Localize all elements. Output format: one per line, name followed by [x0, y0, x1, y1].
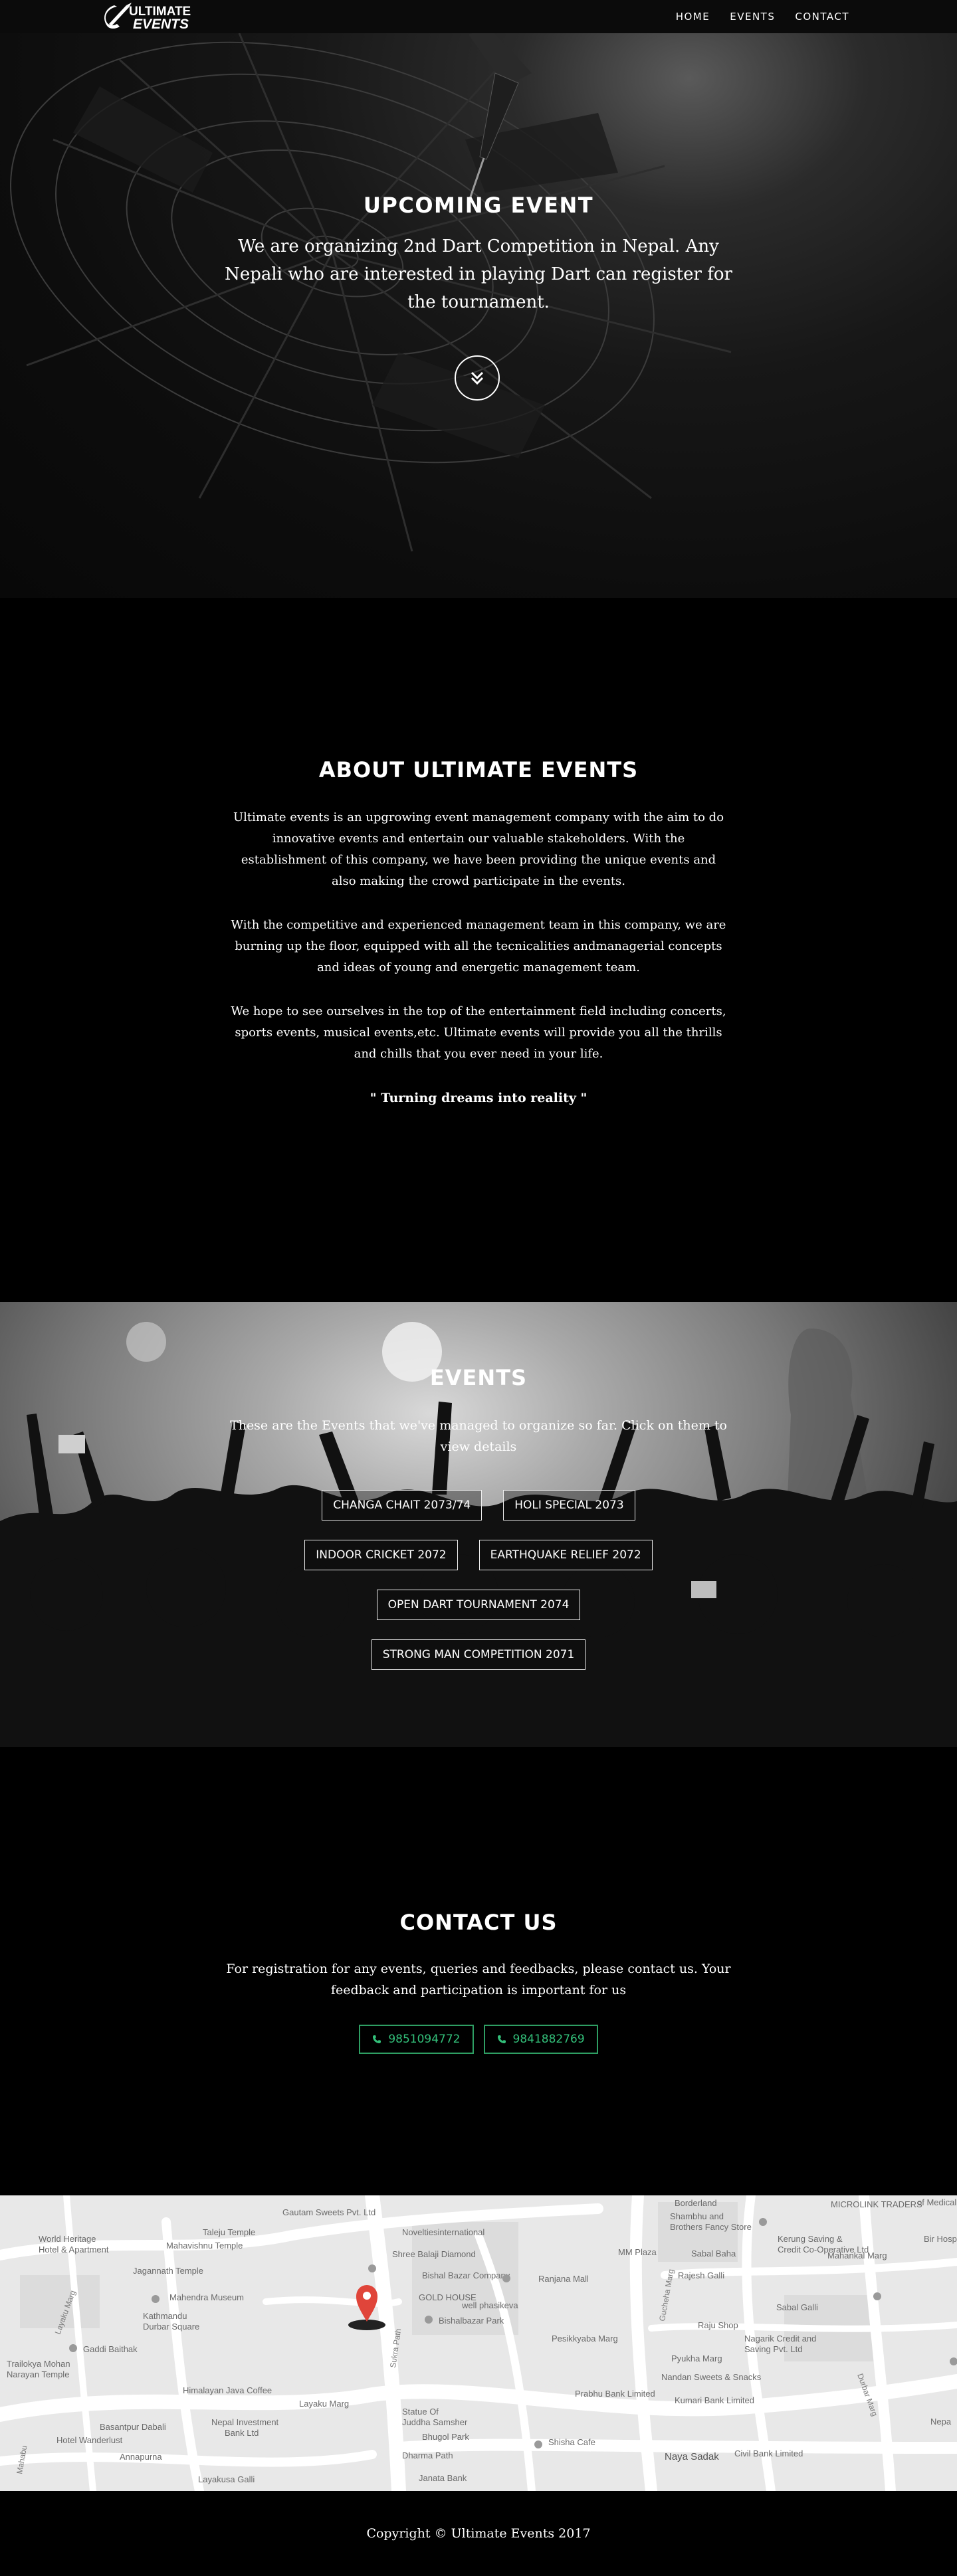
- event-button-earthquake-relief[interactable]: EARTHQUAKE RELIEF 2072: [478, 1540, 653, 1570]
- events-section: EVENTS These are the Events that we've m…: [0, 1302, 957, 1747]
- svg-text:Taleju Temple: Taleju Temple: [203, 2227, 255, 2237]
- svg-text:Borderland: Borderland: [675, 2198, 717, 2208]
- hero-title: UPCOMING EVENT: [363, 193, 594, 218]
- svg-text:Mahavishnu Temple: Mahavishnu Temple: [166, 2241, 243, 2251]
- nav-link-contact[interactable]: CONTACT: [795, 11, 849, 23]
- about-paragraph-2: With the competitive and experienced man…: [231, 918, 726, 974]
- contact-subtitle: For registration for any events, queries…: [226, 1962, 731, 1997]
- phone-number-2: 9841882769: [512, 2033, 585, 2046]
- contact-section: CONTACT US For registration for any even…: [0, 1747, 957, 2195]
- svg-text:Sabal Galli: Sabal Galli: [776, 2302, 818, 2312]
- ultimate-events-logo[interactable]: ULTIMATE EVENTS: [100, 1, 213, 32]
- svg-text:Kathmandu: Kathmandu: [143, 2311, 187, 2321]
- logo-line-2: EVENTS: [133, 17, 189, 32]
- svg-text:Shambhu and: Shambhu and: [670, 2211, 724, 2221]
- svg-text:Kerung Saving &: Kerung Saving &: [778, 2234, 843, 2244]
- svg-text:Himalayan Java Coffee: Himalayan Java Coffee: [183, 2385, 272, 2395]
- svg-text:well phasikeva: well phasikeva: [461, 2300, 518, 2310]
- svg-text:of Medical Sc: of Medical Sc: [917, 2197, 957, 2207]
- svg-text:Layakusa Galli: Layakusa Galli: [198, 2474, 255, 2484]
- upcoming-event-hero: UPCOMING EVENT We are organizing 2nd Dar…: [0, 33, 957, 598]
- svg-text:Nepal Investment: Nepal Investment: [211, 2417, 279, 2427]
- svg-text:Dharma Path: Dharma Path: [402, 2450, 453, 2460]
- svg-text:Trailokya Mohan: Trailokya Mohan: [7, 2359, 70, 2369]
- svg-text:Gaddi Baithak: Gaddi Baithak: [83, 2344, 138, 2354]
- footer: Copyright © Ultimate Events 2017: [0, 2491, 957, 2576]
- phone-icon: [497, 2035, 506, 2043]
- nav-link-home[interactable]: HOME: [676, 11, 710, 23]
- svg-text:Gautam Sweets Pvt. Ltd: Gautam Sweets Pvt. Ltd: [282, 2207, 375, 2217]
- svg-text:Juddha Samsher: Juddha Samsher: [402, 2417, 468, 2427]
- event-button-holi-special[interactable]: HOLI SPECIAL 2073: [503, 1490, 635, 1520]
- svg-text:Basantpur Dabali: Basantpur Dabali: [100, 2422, 166, 2432]
- svg-text:World Heritage: World Heritage: [39, 2234, 96, 2244]
- svg-text:MM Plaza: MM Plaza: [618, 2247, 657, 2257]
- svg-text:Bishalbazar Park: Bishalbazar Park: [439, 2316, 504, 2326]
- copyright-text: Copyright © Ultimate Events 2017: [366, 2526, 591, 2541]
- about-tagline: " Turning dreams into reality ": [370, 1091, 587, 1105]
- svg-text:Bishal Bazar Company: Bishal Bazar Company: [422, 2270, 510, 2280]
- events-subtitle: These are the Events that we've managed …: [230, 1418, 727, 1454]
- svg-text:Mahankal Marg: Mahankal Marg: [827, 2251, 887, 2260]
- event-button-indoor-cricket[interactable]: INDOOR CRICKET 2072: [304, 1540, 458, 1570]
- svg-text:Bank Ltd: Bank Ltd: [225, 2428, 259, 2438]
- location-map[interactable]: World Heritage Hotel & Apartment Taleju …: [0, 2195, 957, 2491]
- chevron-double-down-icon: [471, 371, 484, 385]
- svg-text:Hotel & Apartment: Hotel & Apartment: [39, 2245, 109, 2254]
- svg-text:Pyukha Marg: Pyukha Marg: [671, 2353, 722, 2363]
- nav-menu: HOME EVENTS CONTACT: [676, 0, 849, 33]
- svg-text:Jagannath Temple: Jagannath Temple: [133, 2266, 203, 2276]
- svg-text:Civil Bank Limited: Civil Bank Limited: [734, 2448, 803, 2458]
- event-button-open-dart-tournament[interactable]: OPEN DART TOURNAMENT 2074: [376, 1590, 581, 1620]
- svg-text:Bir Hosp: Bir Hosp: [924, 2234, 957, 2244]
- about-paragraph-1: Ultimate events is an upgrowing event ma…: [233, 810, 724, 888]
- phone-button-1[interactable]: 9851094772: [359, 2025, 474, 2054]
- svg-text:Nandan Sweets & Snacks: Nandan Sweets & Snacks: [661, 2372, 762, 2382]
- svg-text:Bhugol Park: Bhugol Park: [422, 2432, 469, 2442]
- svg-text:Statue Of: Statue Of: [402, 2407, 439, 2417]
- svg-text:Saving Pvt. Ltd: Saving Pvt. Ltd: [744, 2344, 802, 2354]
- event-button-changa-chait[interactable]: CHANGA CHAIT 2073/74: [322, 1490, 482, 1520]
- events-title: EVENTS: [429, 1365, 528, 1390]
- svg-text:Shisha Cafe: Shisha Cafe: [548, 2437, 595, 2447]
- svg-text:Prabhu Bank Limited: Prabhu Bank Limited: [575, 2389, 655, 2399]
- svg-text:Janata Bank: Janata Bank: [419, 2473, 467, 2483]
- svg-text:Durbar Square: Durbar Square: [143, 2322, 199, 2332]
- scroll-down-button[interactable]: [455, 355, 500, 401]
- svg-text:Narayan Temple: Narayan Temple: [7, 2369, 69, 2379]
- svg-text:Kumari Bank Limited: Kumari Bank Limited: [675, 2395, 754, 2405]
- phone-button-2[interactable]: 9841882769: [483, 2025, 598, 2054]
- svg-text:Mahendra Museum: Mahendra Museum: [169, 2292, 244, 2302]
- phone-icon: [373, 2035, 381, 2043]
- svg-text:MICROLINK TRADERS: MICROLINK TRADERS: [831, 2199, 922, 2209]
- about-paragraph-3: We hope to see ourselves in the top of t…: [231, 1004, 726, 1061]
- svg-text:Ranjana Mall: Ranjana Mall: [538, 2274, 589, 2284]
- phone-number-1: 9851094772: [388, 2033, 461, 2046]
- svg-text:Rajesh Galli: Rajesh Galli: [678, 2270, 724, 2280]
- svg-text:Annapurna: Annapurna: [120, 2452, 162, 2462]
- svg-text:Sabal Baha: Sabal Baha: [691, 2249, 736, 2258]
- svg-text:Layaku Marg: Layaku Marg: [299, 2399, 349, 2409]
- svg-text:Hotel Wanderlust: Hotel Wanderlust: [56, 2435, 123, 2445]
- svg-text:Noveltiesinternational: Noveltiesinternational: [402, 2227, 484, 2237]
- event-button-strong-man-competition[interactable]: STRONG MAN COMPETITION 2071: [371, 1639, 586, 1670]
- svg-text:Nepa: Nepa: [930, 2417, 952, 2427]
- contact-title: CONTACT US: [399, 1910, 558, 1935]
- svg-text:Brothers Fancy Store: Brothers Fancy Store: [670, 2222, 752, 2232]
- svg-text:Pesikkyaba Marg: Pesikkyaba Marg: [552, 2334, 618, 2344]
- svg-text:Shree Balaji Diamond: Shree Balaji Diamond: [392, 2249, 476, 2259]
- svg-text:Raju Shop: Raju Shop: [698, 2320, 738, 2330]
- top-navbar: ULTIMATE EVENTS HOME EVENTS CONTACT: [0, 0, 957, 33]
- hero-description: We are organizing 2nd Dart Competition i…: [225, 236, 732, 312]
- svg-text:Naya Sadak: Naya Sadak: [665, 2451, 719, 2462]
- about-section: ABOUT ULTIMATE EVENTS Ultimate events is…: [0, 598, 957, 1302]
- nav-link-events[interactable]: EVENTS: [730, 11, 775, 23]
- svg-text:Nagarik Credit and: Nagarik Credit and: [744, 2334, 816, 2344]
- about-title: ABOUT ULTIMATE EVENTS: [318, 757, 639, 782]
